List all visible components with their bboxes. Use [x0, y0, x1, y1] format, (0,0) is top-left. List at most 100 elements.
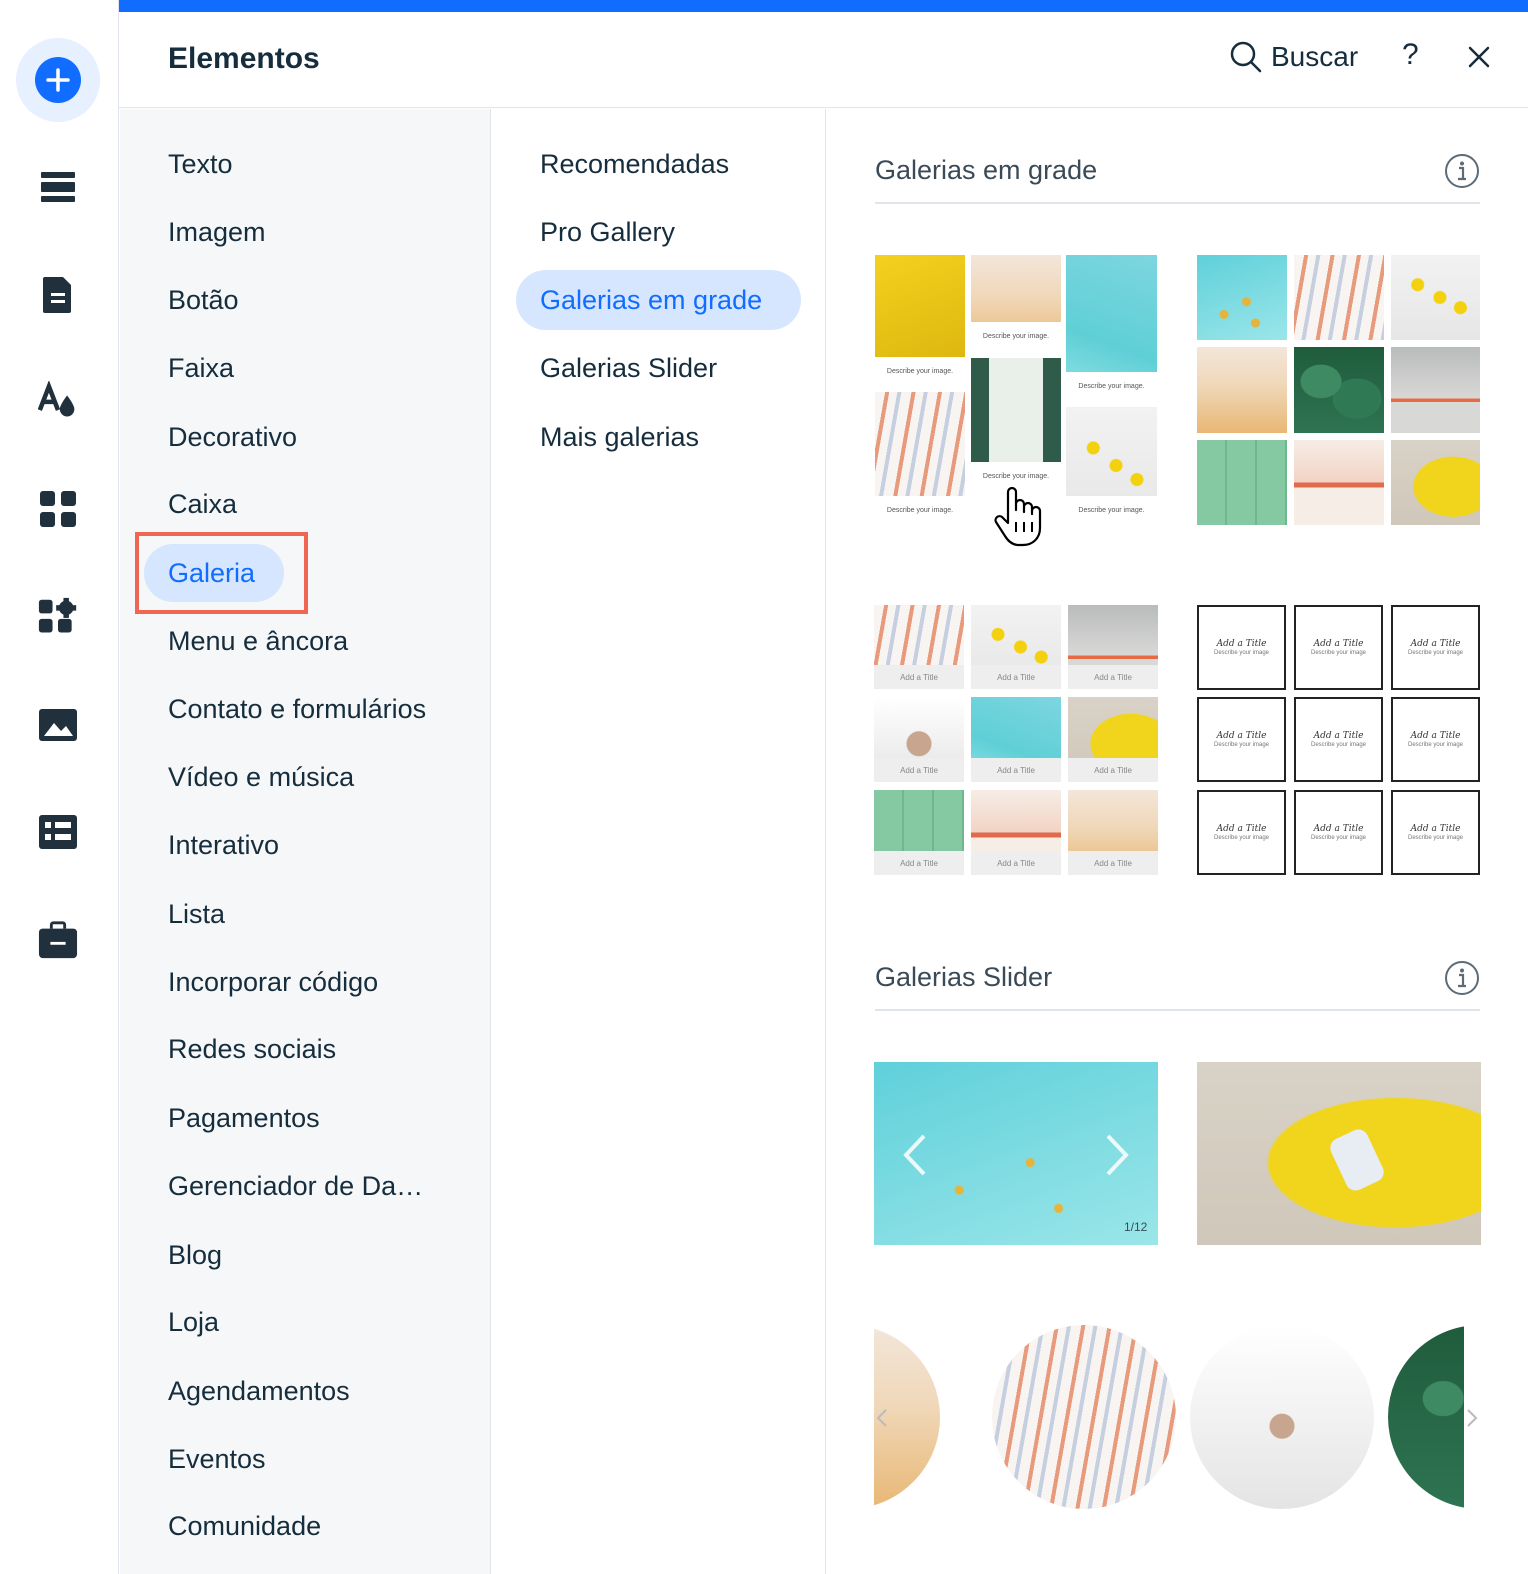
gallery-image — [1190, 1325, 1374, 1509]
gallery-image — [1391, 255, 1480, 340]
section-divider — [875, 1009, 1480, 1011]
card-title: Add a Title — [1216, 731, 1267, 741]
image-caption: Describe your image. — [1066, 372, 1157, 400]
gallery-image: Add a Title — [874, 790, 964, 875]
category-item[interactable]: Texto — [168, 146, 233, 182]
category-item[interactable]: Pagamentos — [168, 1100, 320, 1136]
image-caption: Add a Title — [874, 758, 964, 782]
theme-icon[interactable] — [38, 381, 78, 421]
gallery-preset-slider-arrows[interactable]: 1/12 — [874, 1062, 1158, 1245]
search-icon — [1230, 41, 1262, 73]
gallery-image: Describe your image. — [875, 392, 965, 524]
image-caption: Describe your image. — [1066, 496, 1157, 524]
category-item[interactable]: Interativo — [168, 827, 279, 863]
category-item[interactable]: Incorporar código — [168, 964, 378, 1000]
section-title-grid: Galerias em grade — [875, 155, 1098, 185]
pages-icon[interactable] — [38, 275, 78, 315]
subcategory-item[interactable]: Galerias Slider — [540, 350, 717, 386]
slide-counter: 1/12 — [1124, 1220, 1148, 1234]
gallery-image — [1197, 347, 1287, 433]
title-card: Add a Title Describe your image — [1391, 697, 1480, 782]
chevron-left-icon — [876, 1409, 887, 1427]
subcategory-item[interactable]: Pro Gallery — [540, 214, 675, 250]
gallery-image — [1391, 347, 1480, 433]
help-button[interactable]: ? — [1402, 38, 1419, 72]
title-card: Add a Title Describe your image — [1294, 790, 1383, 875]
section-title-slider: Galerias Slider — [875, 962, 1053, 992]
subcategory-item-active[interactable]: Galerias em grade — [540, 282, 762, 318]
category-item[interactable]: Faixa — [168, 350, 234, 386]
category-item-active[interactable]: Galeria — [168, 555, 255, 591]
subcategory-list: Recomendadas Pro Gallery Galerias em gra… — [492, 109, 826, 1574]
category-item[interactable]: Decorativo — [168, 419, 297, 455]
panel-title: Elementos — [168, 42, 320, 75]
business-icon[interactable] — [38, 920, 78, 960]
category-item[interactable]: Contato e formulários — [168, 691, 426, 727]
add-icon — [35, 57, 81, 103]
media-icon[interactable] — [38, 705, 78, 745]
category-list: Texto Imagem Botão Faixa Decorativo Caix… — [120, 109, 491, 1574]
image-caption: Add a Title — [1068, 851, 1158, 875]
gallery-image — [1197, 440, 1287, 525]
card-description: Describe your image — [1310, 742, 1367, 748]
gallery-image: Add a Title — [1068, 697, 1158, 782]
subcategory-item[interactable]: Recomendadas — [540, 146, 729, 182]
category-item[interactable]: Loja — [168, 1304, 219, 1340]
hand-cursor-icon — [994, 486, 1042, 547]
gallery-image — [1294, 440, 1384, 525]
gallery-preset-title-cards[interactable]: Add a Title Describe your image Add a Tit… — [1197, 605, 1481, 877]
gallery-image: Add a Title — [971, 605, 1061, 689]
category-item[interactable]: Gerenciador de Da… — [168, 1168, 423, 1204]
add-elements-button[interactable] — [16, 38, 100, 122]
sections-icon[interactable] — [38, 167, 78, 207]
search-button[interactable]: Buscar — [1229, 40, 1358, 74]
image-caption: Describe your image. — [875, 496, 965, 524]
gallery-image — [1197, 255, 1287, 340]
card-description: Describe your image — [1407, 742, 1464, 748]
gallery-content: Galerias em grade Describe your image. D… — [827, 109, 1528, 1574]
top-accent-bar — [119, 0, 1528, 12]
category-item[interactable]: Imagem — [168, 214, 266, 250]
card-title: Add a Title — [1313, 731, 1364, 741]
category-item[interactable]: Lista — [168, 896, 225, 932]
info-icon[interactable] — [1444, 960, 1480, 996]
gallery-preset-grid[interactable] — [1197, 255, 1480, 525]
title-card: Add a Title Describe your image — [1391, 790, 1480, 875]
category-item[interactable]: Vídeo e música — [168, 759, 354, 795]
close-button[interactable] — [1464, 42, 1494, 72]
category-item[interactable]: Blog — [168, 1237, 222, 1273]
subcategory-item[interactable]: Mais galerias — [540, 419, 699, 455]
category-item[interactable]: Caixa — [168, 486, 237, 522]
title-card: Add a Title Describe your image — [1391, 605, 1480, 690]
gallery-preset-slider-circles[interactable] — [874, 1322, 1480, 1512]
category-item[interactable]: Botão — [168, 282, 239, 318]
gallery-image: Add a Title — [874, 697, 964, 782]
gallery-image — [1294, 347, 1384, 433]
image-caption: Add a Title — [874, 665, 964, 689]
category-item[interactable]: Menu e âncora — [168, 623, 348, 659]
title-card: Add a Title Describe your image — [1294, 605, 1383, 690]
gallery-image: Add a Title — [874, 605, 964, 689]
category-item[interactable]: Comunidade — [168, 1508, 321, 1544]
app-market-icon[interactable] — [38, 597, 78, 637]
gallery-image: Add a Title — [971, 790, 1061, 875]
category-item[interactable]: Redes sociais — [168, 1031, 336, 1067]
image-caption: Add a Title — [874, 851, 964, 875]
cms-icon[interactable] — [38, 812, 78, 852]
category-item[interactable]: Agendamentos — [168, 1373, 350, 1409]
category-item[interactable]: Eventos — [168, 1441, 266, 1477]
card-description: Describe your image — [1213, 835, 1270, 841]
card-title: Add a Title — [1313, 639, 1364, 649]
image-caption: Add a Title — [1068, 758, 1158, 782]
gallery-preset-slider-fullbleed[interactable] — [1197, 1062, 1481, 1245]
card-description: Describe your image — [1310, 835, 1367, 841]
section-divider — [875, 202, 1480, 204]
gallery-preset-grid-titles[interactable]: Add a Title Add a Title Add a Title Add … — [874, 605, 1158, 877]
apps-icon[interactable] — [38, 489, 78, 529]
gallery-image: Describe your image. — [1066, 407, 1157, 524]
info-icon[interactable] — [1444, 153, 1480, 189]
title-card: Add a Title Describe your image — [1294, 697, 1383, 782]
pillow-shape — [1327, 1126, 1387, 1194]
card-title: Add a Title — [1410, 731, 1461, 741]
chevron-right-icon — [1467, 1409, 1478, 1427]
